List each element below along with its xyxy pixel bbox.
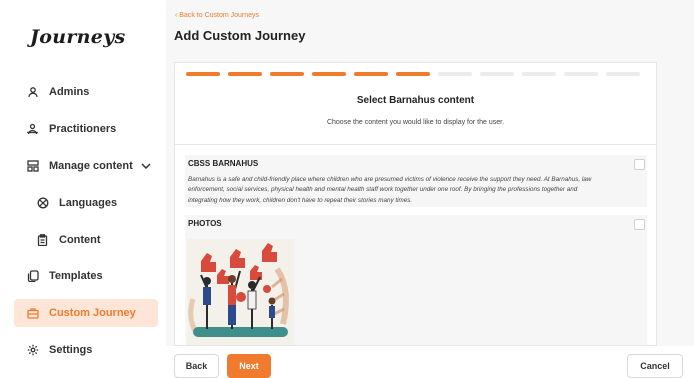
cbss-barnahus-checkbox[interactable]: [634, 159, 645, 170]
sidebar-item-label: Settings: [49, 344, 93, 356]
back-to-custom-journeys-link[interactable]: ‹ Back to Custom Journeys: [175, 12, 259, 19]
sidebar-item-label: Content: [59, 234, 101, 246]
content-grid-icon: [26, 160, 39, 173]
section-title: PHOTOS: [188, 219, 222, 228]
globe-icon: [36, 197, 49, 210]
main-content: ‹ Back to Custom Journeys Add Custom Jou…: [166, 0, 694, 378]
sidebar: Journeys Admins Practitioners Manage con…: [0, 0, 166, 378]
cbss-barnahus-section: CBSS BARNAHUS Barnahus is a safe and chi…: [185, 155, 647, 207]
sidebar-item-practitioners[interactable]: Practitioners: [14, 115, 158, 143]
app-logo: Journeys: [30, 26, 126, 48]
person-icon: [26, 86, 39, 99]
next-button[interactable]: Next: [227, 354, 271, 378]
page-title: Add Custom Journey: [174, 28, 306, 43]
chevron-down-icon[interactable]: [141, 163, 151, 169]
step-title: Select Barnahus content: [356, 95, 475, 106]
section-title: CBSS BARNAHUS: [188, 159, 259, 168]
step-subtitle: Choose the content you would like to dis…: [326, 119, 505, 126]
sidebar-item-settings[interactable]: Settings: [14, 336, 158, 364]
wizard-card: Select Barnahus content Choose the conte…: [174, 62, 657, 346]
progress-step-segment: [270, 72, 304, 76]
clipboard-icon: [36, 234, 49, 247]
wizard-progress: [186, 72, 640, 76]
sidebar-item-manage-content[interactable]: Manage content: [14, 152, 158, 180]
sidebar-item-label: Manage content: [49, 160, 133, 172]
progress-step-segment: [228, 72, 262, 76]
cancel-button[interactable]: Cancel: [627, 354, 683, 378]
briefcase-icon: [26, 307, 39, 320]
sidebar-item-label: Custom Journey: [49, 307, 136, 319]
photos-checkbox[interactable]: [634, 219, 645, 230]
copy-icon: [26, 270, 39, 283]
progress-step-segment: [186, 72, 220, 76]
section-description: Barnahus is a safe and child-friendly pl…: [188, 176, 592, 204]
footer-bar: Back Next Cancel: [166, 346, 694, 378]
progress-step-segment: [438, 72, 472, 76]
progress-step-segment: [480, 72, 514, 76]
progress-step-segment: [564, 72, 598, 76]
sidebar-item-content[interactable]: Content: [14, 226, 158, 254]
scrollbar-track[interactable]: [657, 62, 694, 346]
progress-step-segment: [606, 72, 640, 76]
sidebar-item-label: Practitioners: [49, 123, 117, 135]
progress-step-segment: [312, 72, 346, 76]
progress-step-segment: [522, 72, 556, 76]
back-button[interactable]: Back: [174, 354, 219, 378]
people-icon: [26, 123, 39, 136]
photo-thumbnail[interactable]: [187, 239, 294, 345]
divider: [175, 144, 656, 145]
progress-step-segment: [354, 72, 388, 76]
sidebar-item-label: Languages: [59, 197, 118, 209]
sidebar-item-label: Templates: [49, 270, 103, 282]
gear-icon: [26, 344, 39, 357]
sidebar-item-templates[interactable]: Templates: [14, 262, 158, 290]
progress-step-segment: [396, 72, 430, 76]
sidebar-item-custom-journey[interactable]: Custom Journey: [14, 299, 158, 327]
sidebar-item-label: Admins: [49, 86, 90, 98]
sidebar-item-languages[interactable]: Languages: [14, 189, 158, 217]
sidebar-item-admins[interactable]: Admins: [14, 78, 158, 106]
